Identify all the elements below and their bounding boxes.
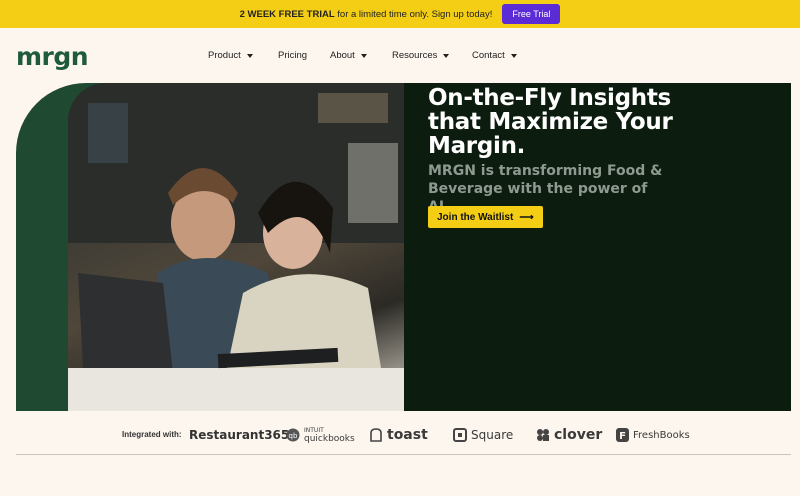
brand-name: quickbooks <box>304 434 355 444</box>
nav-item-label: About <box>330 50 355 61</box>
toast-logo: toast <box>369 424 428 446</box>
join-waitlist-button[interactable]: Join the Waitlist ⟶ <box>428 206 543 228</box>
brand-name: Restaurant365 <box>189 428 290 442</box>
square-icon <box>453 428 467 442</box>
integrations-label: Integrated with: <box>122 430 182 439</box>
hero-title: On-the-Fly Insights that Maximize Your M… <box>428 85 673 159</box>
arrow-right-icon: ⟶ <box>519 211 534 223</box>
restaurant365-logo: Restaurant365 <box>189 424 289 446</box>
square-logo: Square <box>453 424 513 446</box>
nav-menu: Product Pricing About Resources Contact <box>208 50 532 61</box>
chevron-down-icon <box>510 53 517 58</box>
nav-item-resources[interactable]: Resources <box>392 50 472 61</box>
free-trial-button[interactable]: Free Trial <box>502 4 561 24</box>
section-divider <box>16 454 791 455</box>
hero-photo <box>68 83 404 411</box>
mrgn-logo[interactable]: mrgn <box>16 42 89 71</box>
brand-name: toast <box>387 427 428 443</box>
brand-name: FreshBooks <box>633 429 690 441</box>
nav-item-label: Resources <box>392 50 438 61</box>
integrations-strip: Integrated with: Restaurant365 qb INTUIT… <box>0 418 800 452</box>
promo-bold: 2 WEEK FREE TRIAL <box>239 8 335 20</box>
chevron-down-icon <box>246 53 253 58</box>
quickbooks-icon: qb <box>286 428 300 442</box>
quickbooks-wordmark: INTUIT quickbooks <box>304 427 355 444</box>
nav-item-label: Pricing <box>278 50 308 61</box>
brand-name: Square <box>471 428 514 442</box>
freshbooks-logo: F FreshBooks <box>616 424 690 446</box>
nav-item-product[interactable]: Product <box>208 50 278 61</box>
nav-item-label: Contact <box>472 50 505 61</box>
nav-item-pricing[interactable]: Pricing <box>278 50 330 61</box>
promo-message: for a limited time only. Sign up today! <box>337 8 493 20</box>
clover-logo: clover <box>536 424 602 446</box>
chevron-down-icon <box>360 53 367 58</box>
chevron-down-icon <box>443 53 450 58</box>
clover-icon <box>537 429 549 441</box>
nav-item-contact[interactable]: Contact <box>472 50 532 61</box>
freshbooks-icon: F <box>616 428 629 442</box>
quickbooks-logo: qb INTUIT quickbooks <box>286 424 355 446</box>
toast-icon <box>370 428 382 442</box>
nav-item-label: Product <box>208 50 241 61</box>
main-nav: mrgn Product Pricing About Resources Con… <box>0 28 800 82</box>
nav-item-about[interactable]: About <box>330 50 392 61</box>
brand-name: clover <box>554 427 603 443</box>
hero-photo-illustration <box>68 83 404 411</box>
svg-text:F: F <box>619 431 626 442</box>
cta-label: Join the Waitlist <box>437 211 514 223</box>
promo-text: 2 WEEK FREE TRIAL for a limited time onl… <box>240 9 493 20</box>
promo-bar: 2 WEEK FREE TRIAL for a limited time onl… <box>0 0 800 28</box>
svg-text:qb: qb <box>289 432 298 440</box>
